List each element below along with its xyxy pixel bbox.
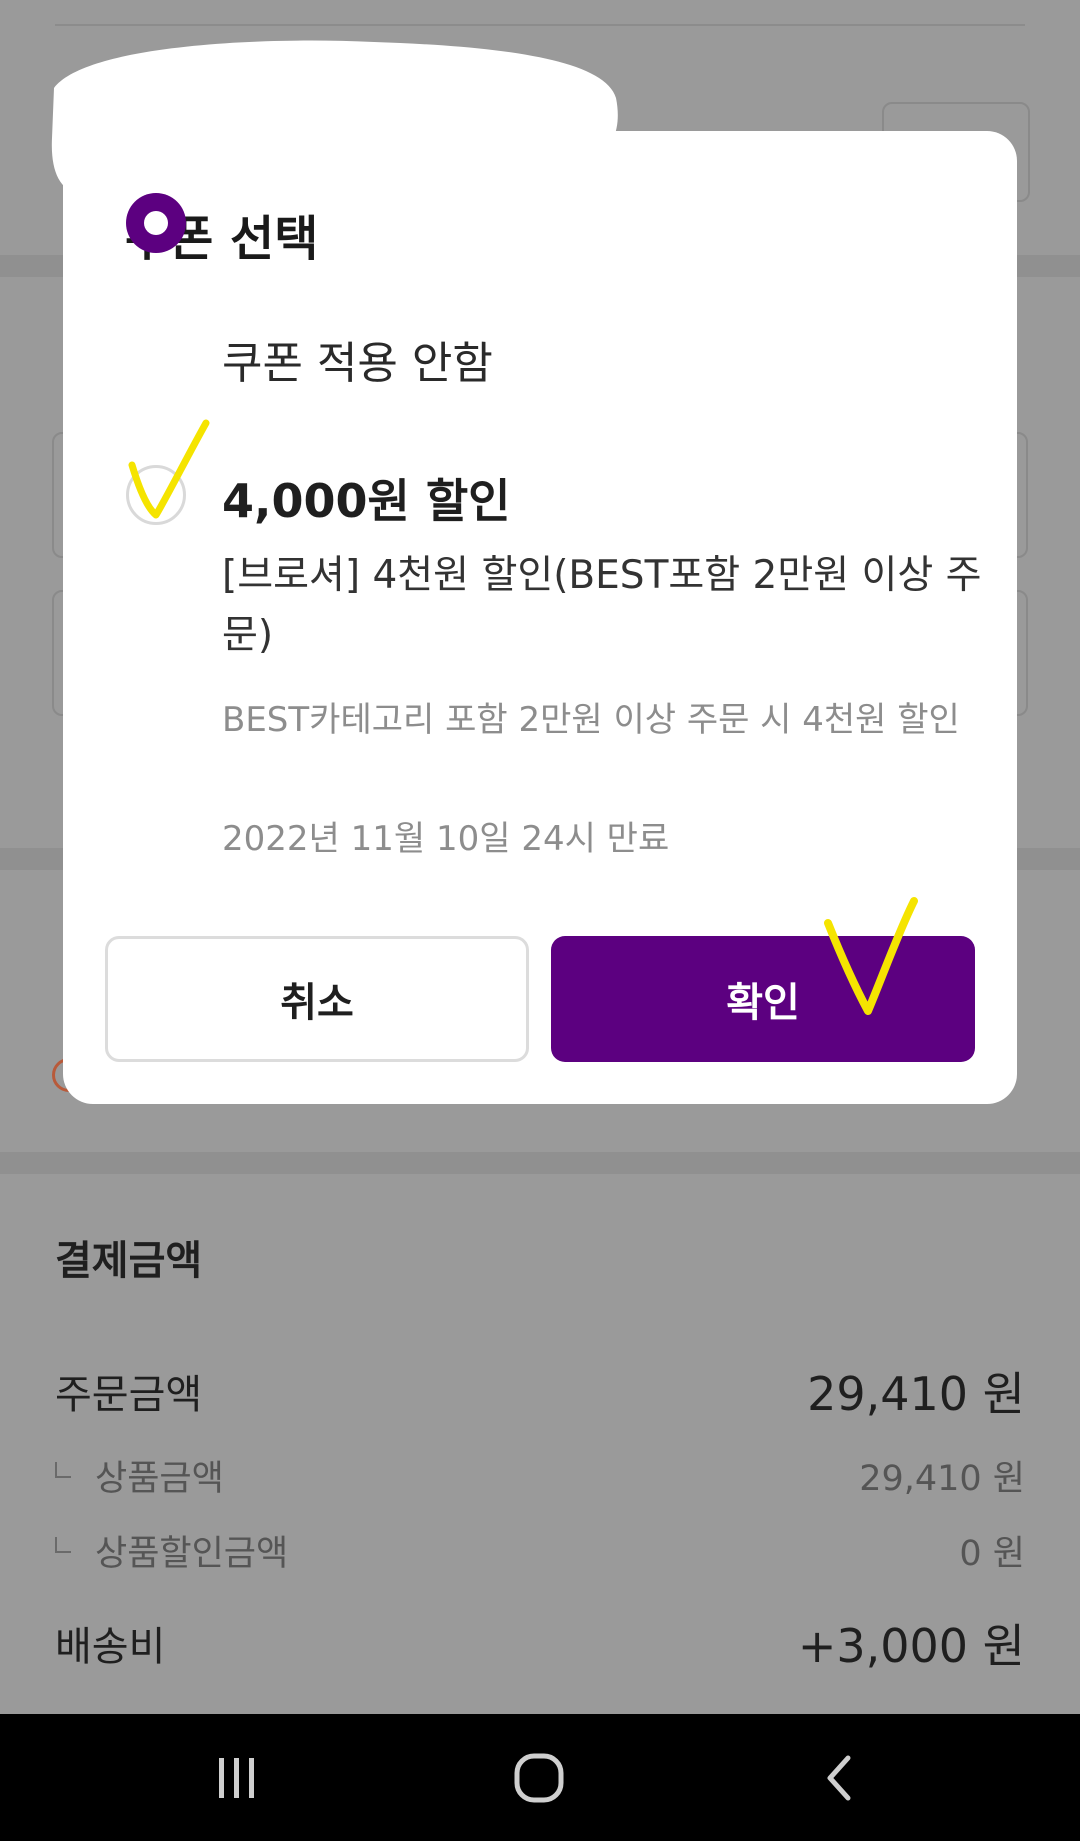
back-icon[interactable] — [781, 1714, 901, 1841]
product-amount-label-wrap: 상품금액 — [55, 1450, 224, 1501]
product-amount-label: 상품금액 — [95, 1459, 224, 1499]
shipping-label: 배송비 — [55, 1624, 166, 1670]
coupon-expiry: 2022년 11월 10일 24시 만료 — [222, 819, 670, 859]
shipping-row: 배송비 +3,000 원 — [55, 1610, 1025, 1676]
sub-item-corner-icon — [55, 1537, 71, 1553]
order-amount-row: 주문금액 29,410 원 — [55, 1358, 1025, 1424]
cancel-button[interactable]: 취소 — [105, 936, 529, 1062]
coupon-option-discount-label[interactable]: 4,000원 할인 — [222, 465, 510, 531]
product-amount-row: 상품금액 29,410 원 — [55, 1450, 1025, 1501]
home-icon[interactable] — [479, 1714, 599, 1841]
product-discount-value: 0 원 — [959, 1534, 1025, 1574]
product-discount-label: 상품할인금액 — [95, 1534, 289, 1574]
coupon-name: [브로셔] 4천원 할인(BEST포함 2만원 이상 주문) — [222, 553, 982, 658]
order-amount-value: 29,410 원 — [807, 1367, 1025, 1421]
payment-title: 결제금액 — [55, 1238, 203, 1284]
product-amount-value: 29,410 원 — [859, 1459, 1025, 1499]
shipping-value: +3,000 원 — [797, 1619, 1025, 1673]
recent-apps-icon[interactable] — [177, 1714, 297, 1841]
sub-item-corner-icon — [55, 1462, 71, 1478]
coupon-description: BEST카테고리 포함 2만원 이상 주문 시 4천원 할인 — [222, 700, 960, 740]
yellow-check-annotation — [824, 897, 918, 1015]
divider — [55, 24, 1025, 26]
coupon-option-none-label[interactable]: 쿠폰 적용 안함 — [222, 327, 493, 391]
yellow-check-annotation — [128, 419, 210, 519]
redaction-scribble — [51, 40, 618, 208]
order-amount-label: 주문금액 — [55, 1372, 203, 1418]
product-discount-label-wrap: 상품할인금액 — [55, 1525, 288, 1576]
system-navigation-bar — [0, 1714, 1080, 1841]
section-separator — [0, 1152, 1080, 1174]
product-discount-row: 상품할인금액 0 원 — [55, 1525, 1025, 1576]
